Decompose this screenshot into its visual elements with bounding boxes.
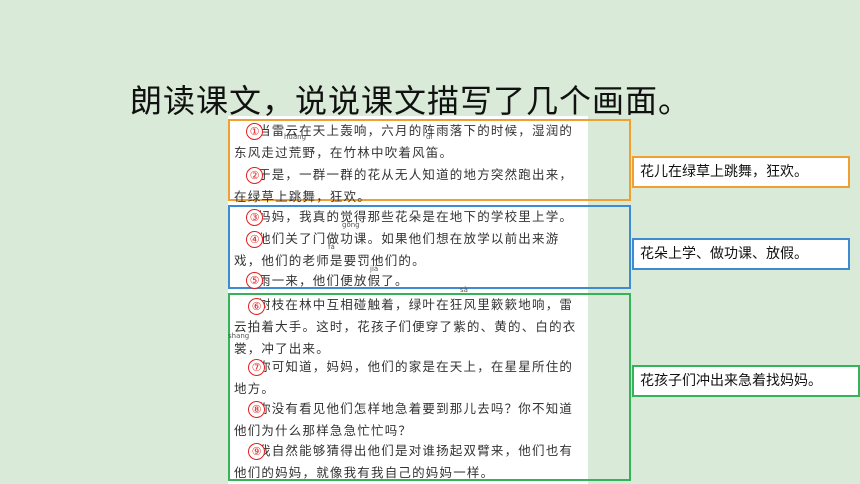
paragraph-9: 我自然能够猜得出他们是对谁扬起双臂来，他们也有他们的妈妈，就像我有我自己的妈妈一… [234, 443, 574, 480]
paragraph-number: ⑨ [248, 443, 265, 460]
paragraph-number: ⑥ [248, 298, 265, 315]
paragraph-number: ② [246, 167, 263, 184]
paragraph-8: 你没有看见他们怎样地急着要到那儿去吗？你不知道他们为什么那样急急忙忙吗？ [234, 401, 574, 438]
paragraph-7: 你可知道，妈妈，他们的家是在天上，在星星所住的地方。 [234, 359, 574, 396]
paragraph-1: 当雷云在天上轰响，六月的阵雨落下的时候，湿润的东风走过荒野，在竹林中吹着风笛。 [234, 123, 574, 160]
paragraph-number: ⑤ [246, 272, 263, 289]
paragraph-4: 他们关了门做功课。如果他们想在放学以前出来游戏，他们的老师是要罚他们的。 [234, 231, 560, 268]
paragraph-number: ① [246, 123, 263, 140]
paragraph-number: ④ [246, 231, 263, 248]
summary-note-3: 花孩子们冲出来急着找妈妈。 [632, 365, 860, 397]
summary-note-1: 花儿在绿草上跳舞，狂欢。 [632, 156, 850, 188]
summary-note-2: 花朵上学、做功课、放假。 [632, 238, 850, 270]
paragraph-5: 雨一来，他们便放假了。 [258, 273, 409, 288]
paragraph-number: ⑦ [248, 359, 265, 376]
paragraph-number: ③ [246, 209, 263, 226]
paragraph-2: 于是，一群一群的花从无人知道的地方突然跑出来，在绿草上跳舞，狂欢。 [234, 167, 574, 204]
paragraph-number: ⑧ [248, 401, 265, 418]
paragraph-6: 树枝在林中互相碰触着，绿叶在狂风里簌簌地响，雷云拍着大手。这时，花孩子们便穿了紫… [234, 297, 577, 356]
paragraph-3: 妈妈，我真的觉得那些花朵是在地下的学校里上学。 [258, 209, 574, 224]
